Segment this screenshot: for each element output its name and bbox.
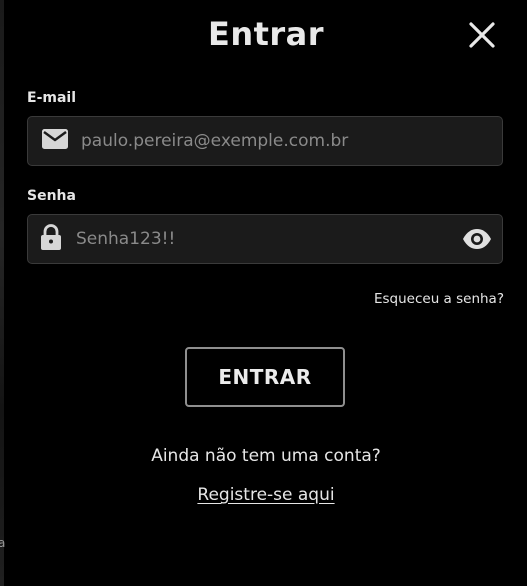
close-button[interactable]	[463, 16, 501, 54]
password-label: Senha	[27, 188, 76, 204]
envelope-icon	[42, 129, 68, 153]
password-field-container	[27, 214, 503, 264]
modal-title: Entrar	[207, 15, 325, 53]
no-account-text: Ainda não tem uma conta?	[151, 446, 381, 466]
email-label: E-mail	[27, 90, 77, 106]
eye-icon	[463, 229, 491, 249]
lock-icon	[40, 224, 62, 254]
show-password-toggle[interactable]	[462, 228, 492, 250]
email-field-container	[27, 116, 503, 166]
background-page-edge	[0, 0, 4, 586]
register-link[interactable]: Registre-se aqui	[197, 485, 334, 505]
submit-login-button[interactable]: ENTRAR	[185, 347, 345, 407]
close-x-icon	[469, 22, 495, 48]
email-input[interactable]	[81, 117, 491, 165]
login-modal: Entrar E-mail Senha	[5, 0, 527, 586]
register-link-wrapper: Registre-se aqui	[5, 485, 527, 505]
password-input[interactable]	[76, 215, 456, 263]
forgot-password-link[interactable]: Esqueceu a senha?	[374, 291, 504, 307]
